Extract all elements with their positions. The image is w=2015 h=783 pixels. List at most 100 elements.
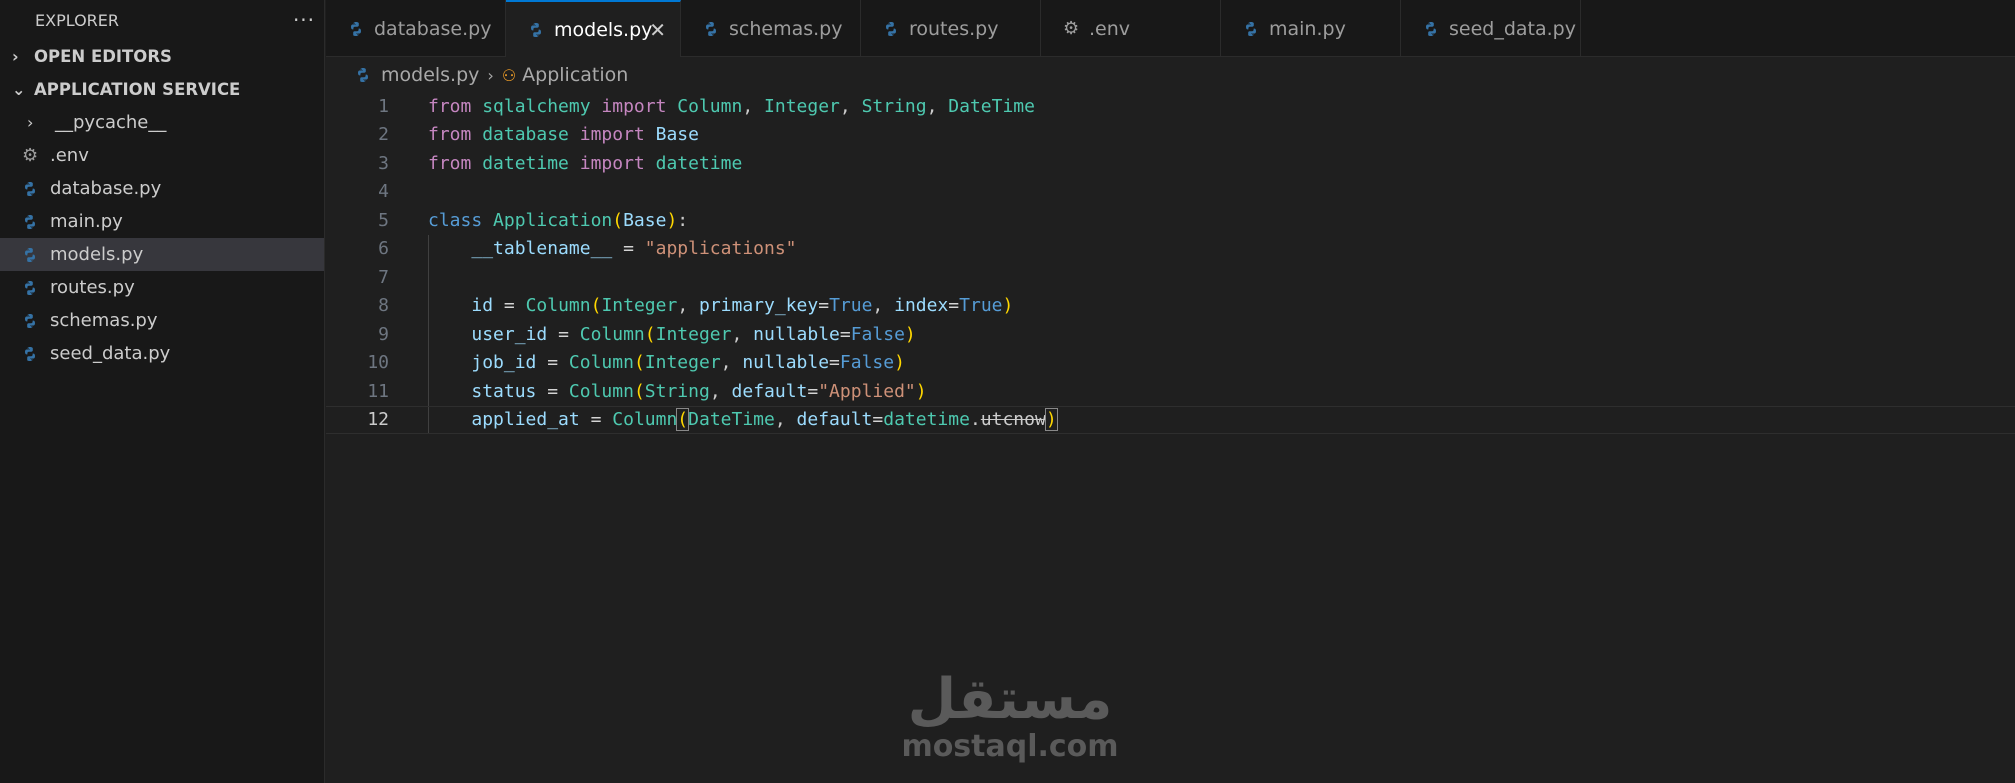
- tree-item-seed-data[interactable]: seed_data.py: [0, 337, 324, 370]
- code-line: 8 id = Column(Integer, primary_key=True,…: [326, 291, 2015, 320]
- code-text: class Application(Base):: [428, 209, 689, 231]
- python-file-icon: [355, 67, 381, 83]
- tree-item-label: models.py: [50, 244, 144, 265]
- code-text: job_id = Column(Integer, nullable=False): [471, 352, 905, 374]
- breadcrumb-file[interactable]: models.py: [381, 64, 479, 86]
- python-file-icon: [703, 21, 729, 37]
- line-number: 11: [367, 380, 389, 402]
- code-text: status = Column(String, default="Applied…: [471, 380, 927, 402]
- code-line: 6 __tablename__ = "applications": [326, 234, 2015, 263]
- code-line: 11 status = Column(String, default="Appl…: [326, 377, 2015, 406]
- tab-label: routes.py: [909, 17, 999, 40]
- line-number: 12: [367, 409, 389, 431]
- code-line: 5 class Application(Base):: [326, 206, 2015, 235]
- open-editors-section[interactable]: › OPEN EDITORS: [0, 40, 324, 73]
- tree-item-schemas[interactable]: schemas.py: [0, 304, 324, 337]
- tree-item-label: database.py: [50, 178, 162, 199]
- explorer-title: EXPLORER: [35, 10, 119, 30]
- watermark-arabic: مستقل: [907, 667, 1113, 732]
- tree-item-pycache[interactable]: › __pycache__: [0, 106, 324, 139]
- tree-item-label: __pycache__: [55, 112, 167, 133]
- chevron-down-icon: ⌄: [12, 80, 26, 99]
- code-line: 10 job_id = Column(Integer, nullable=Fal…: [326, 348, 2015, 377]
- tab-env[interactable]: ⚙ .env: [1041, 0, 1221, 57]
- breadcrumb: models.py › ⚇ Application: [355, 60, 628, 90]
- breadcrumb-symbol[interactable]: Application: [522, 64, 628, 86]
- code-text: id = Column(Integer, primary_key=True, i…: [471, 295, 1014, 317]
- line-number: 5: [378, 209, 389, 231]
- tab-label: .env: [1089, 17, 1131, 40]
- tree-item-models[interactable]: models.py: [0, 238, 324, 271]
- tab-main[interactable]: main.py: [1221, 0, 1401, 57]
- line-number: 1: [378, 95, 389, 117]
- open-editors-label: OPEN EDITORS: [34, 47, 172, 66]
- watermark-latin: mostaql.com: [901, 729, 1119, 764]
- line-number: 10: [367, 352, 389, 374]
- line-number: 9: [378, 323, 389, 345]
- editor-tabs: database.py models.py ✕ schemas.py route…: [326, 0, 2015, 57]
- line-number: 3: [378, 152, 389, 174]
- explorer-sidebar: EXPLORER ··· › OPEN EDITORS ⌄ APPLICATIO…: [0, 0, 325, 783]
- python-file-icon: [348, 21, 374, 37]
- tab-database[interactable]: database.py: [326, 0, 506, 57]
- python-file-icon: [22, 346, 50, 362]
- code-line: 2 from database import Base: [326, 121, 2015, 150]
- tree-item-main[interactable]: main.py: [0, 205, 324, 238]
- class-symbol-icon: ⚇: [501, 65, 517, 85]
- tree-item-label: main.py: [50, 211, 123, 232]
- tree-item-label: routes.py: [50, 277, 135, 298]
- tree-item-label: seed_data.py: [50, 343, 171, 364]
- tab-label: main.py: [1269, 17, 1346, 40]
- code-text: from datetime import datetime: [428, 152, 743, 174]
- line-number: 8: [378, 295, 389, 317]
- indent-guide: [428, 263, 429, 292]
- python-file-icon: [22, 313, 50, 329]
- tab-seed-data[interactable]: seed_data.py: [1401, 0, 1581, 57]
- code-text: __tablename__ = "applications": [471, 238, 797, 260]
- code-text: from sqlalchemy import Column, Integer, …: [428, 95, 1035, 117]
- code-line: 9 user_id = Column(Integer, nullable=Fal…: [326, 320, 2015, 349]
- code-line: 3 from datetime import datetime: [326, 149, 2015, 178]
- code-line: 1 from sqlalchemy import Column, Integer,…: [326, 92, 2015, 121]
- tree-item-database[interactable]: database.py: [0, 172, 324, 205]
- more-actions-icon[interactable]: ···: [284, 8, 324, 32]
- line-number: 6: [378, 238, 389, 260]
- watermark-logo: مستقل mostaql.com: [900, 670, 1120, 764]
- chevron-right-icon: ›: [27, 113, 34, 132]
- tree-item-routes[interactable]: routes.py: [0, 271, 324, 304]
- project-label: APPLICATION SERVICE: [34, 80, 241, 99]
- python-file-icon: [1243, 21, 1269, 37]
- project-section[interactable]: ⌄ APPLICATION SERVICE: [0, 73, 324, 106]
- code-text: user_id = Column(Integer, nullable=False…: [471, 323, 916, 345]
- chevron-right-icon: ›: [12, 47, 19, 66]
- python-file-icon: [22, 247, 50, 263]
- gear-icon: ⚙: [1063, 17, 1080, 39]
- code-editor[interactable]: 1 from sqlalchemy import Column, Integer,…: [326, 92, 2015, 783]
- line-number: 7: [378, 266, 389, 288]
- gear-icon: ⚙: [22, 144, 39, 166]
- tab-schemas[interactable]: schemas.py: [681, 0, 861, 57]
- line-number: 2: [378, 124, 389, 146]
- python-file-icon: [883, 21, 909, 37]
- chevron-right-icon: ›: [487, 65, 494, 85]
- code-line: 4: [326, 178, 2015, 207]
- tab-models[interactable]: models.py ✕: [506, 0, 681, 57]
- code-line: 7: [326, 263, 2015, 292]
- tree-item-env[interactable]: ⚙ .env: [0, 139, 324, 172]
- python-file-icon: [1423, 21, 1449, 37]
- python-file-icon: [528, 22, 554, 38]
- python-file-icon: [22, 181, 50, 197]
- code-line-current: 12 applied_at = Column(DateTime, default…: [326, 405, 2015, 434]
- python-file-icon: [22, 214, 50, 230]
- explorer-header: EXPLORER ···: [0, 0, 324, 40]
- tree-item-label: schemas.py: [50, 310, 158, 331]
- tab-routes[interactable]: routes.py: [861, 0, 1041, 57]
- tab-label: seed_data.py: [1449, 17, 1576, 40]
- tab-label: schemas.py: [729, 17, 843, 40]
- close-icon[interactable]: ✕: [649, 18, 666, 42]
- python-file-icon: [22, 280, 50, 296]
- code-text: applied_at = Column(DateTime, default=da…: [471, 408, 1058, 432]
- code-text: from database import Base: [428, 124, 699, 146]
- tab-label: models.py: [554, 18, 653, 41]
- tab-label: database.py: [374, 17, 492, 40]
